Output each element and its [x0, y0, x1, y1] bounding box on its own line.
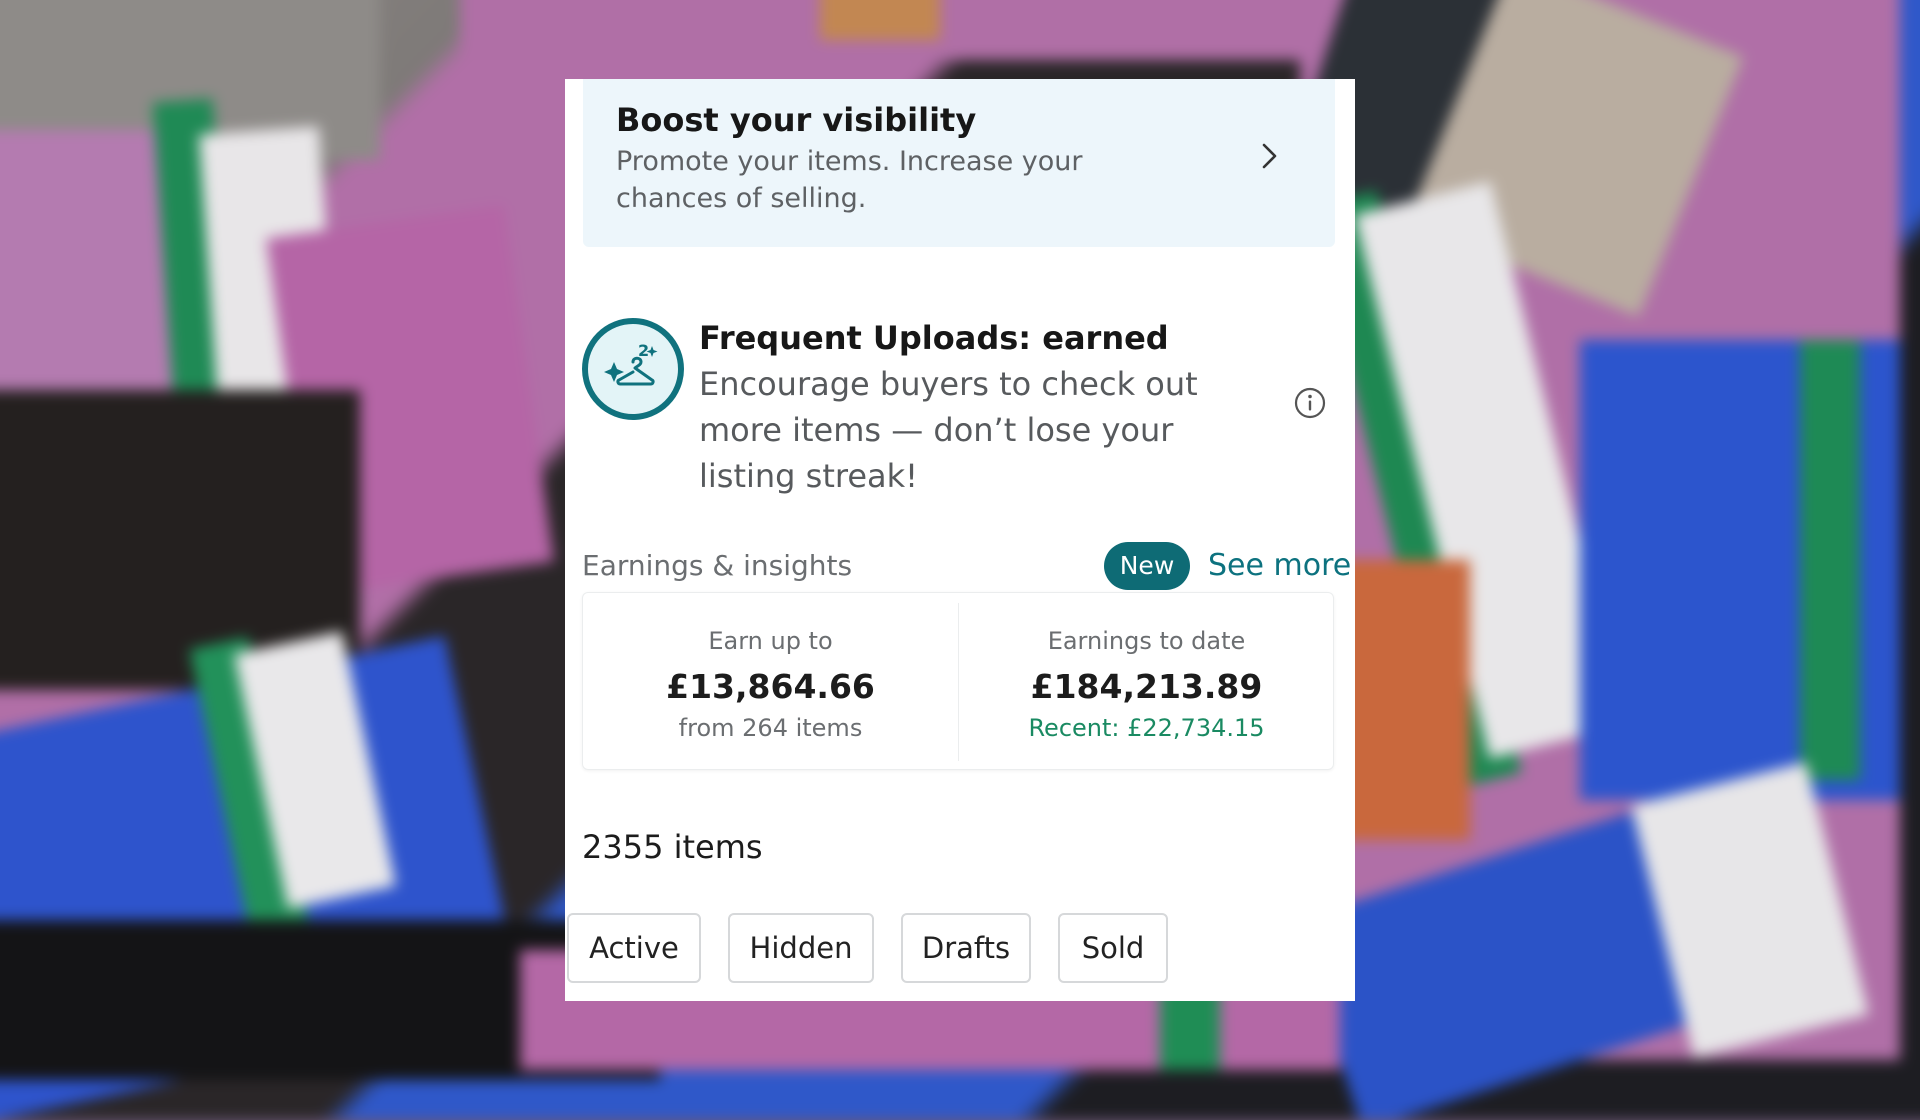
- filter-sold-button[interactable]: Sold: [1058, 913, 1168, 983]
- earnings-to-date-stat: Earnings to date £184,213.89 Recent: £22…: [959, 593, 1334, 742]
- boost-title: Boost your visibility: [616, 101, 977, 139]
- background-tile: [820, 0, 940, 40]
- see-more-link[interactable]: See more: [1208, 548, 1351, 583]
- earn-up-to-sub: from 264 items: [678, 714, 863, 742]
- background-tile: [1800, 340, 1860, 780]
- earnings-insights-label: Earnings & insights: [582, 549, 853, 582]
- boost-subtitle: Promote your items. Increase your chance…: [616, 146, 1083, 214]
- earn-up-to-value: £13,864.66: [666, 667, 875, 706]
- earnings-stats-panel: Earn up to £13,864.66 from 264 items Ear…: [582, 592, 1334, 770]
- hanger-sparkle-badge-icon: 2: [582, 318, 684, 420]
- earn-up-to-label: Earn up to: [708, 627, 833, 655]
- filter-drafts-button[interactable]: Drafts: [901, 913, 1031, 983]
- earn-up-to-stat: Earn up to £13,864.66 from 264 items: [583, 593, 958, 742]
- boost-visibility-banner[interactable]: Boost your visibility Promote your items…: [583, 79, 1335, 247]
- frequent-uploads-text: Encourage buyers to check out more items…: [699, 365, 1198, 495]
- earnings-to-date-value: £184,213.89: [1030, 667, 1263, 706]
- new-badge: New: [1104, 542, 1190, 590]
- filter-hidden-button[interactable]: Hidden: [728, 913, 874, 983]
- filter-active-button[interactable]: Active: [567, 913, 701, 983]
- frequent-uploads-title: Frequent Uploads: earned: [699, 319, 1169, 357]
- recent-earnings: Recent: £22,734.15: [1028, 714, 1265, 742]
- svg-text:2: 2: [638, 341, 649, 360]
- earnings-to-date-label: Earnings to date: [1047, 627, 1246, 655]
- info-icon[interactable]: [1294, 387, 1326, 419]
- items-count: 2355 items: [582, 828, 763, 866]
- profile-card: Boost your visibility Promote your items…: [565, 79, 1355, 1001]
- chevron-right-icon: [1262, 143, 1277, 169]
